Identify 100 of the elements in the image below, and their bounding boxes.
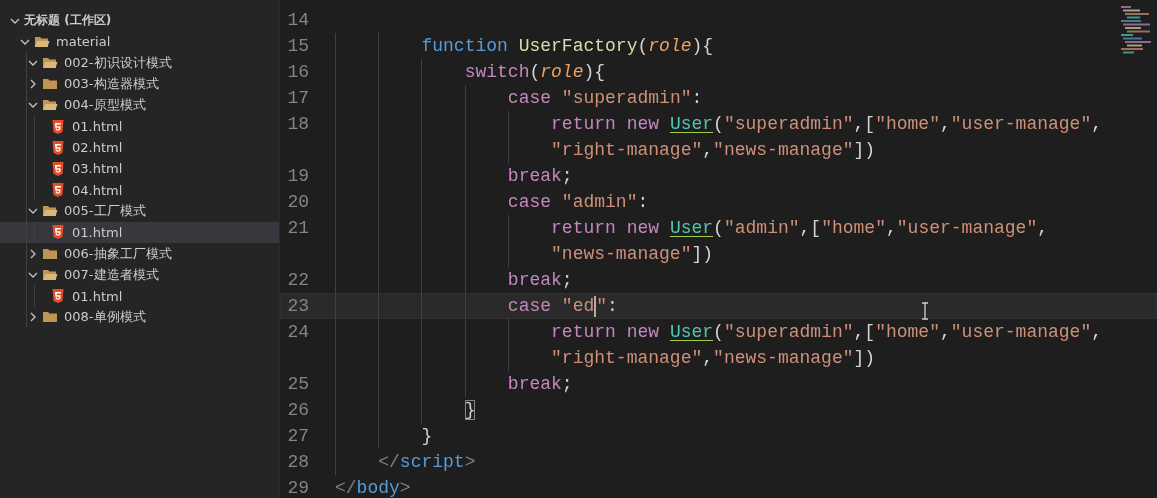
folder-item[interactable]: 007-建造者模式 xyxy=(0,264,279,286)
code-token: new xyxy=(626,218,660,238)
code-token: role xyxy=(648,36,692,56)
code-token: > xyxy=(399,478,411,498)
folder-icon xyxy=(42,77,58,92)
line-number: 19 xyxy=(286,165,310,188)
code-token: , xyxy=(1037,218,1049,238)
code-token: "news-manage" xyxy=(551,244,692,264)
code-token: ; xyxy=(561,374,573,394)
code-token: " xyxy=(596,296,608,316)
file-item[interactable]: 01.html xyxy=(0,285,279,307)
code-token: ; xyxy=(561,166,573,186)
code-token: , xyxy=(1091,114,1103,134)
line-number: 22 xyxy=(286,269,310,292)
code-token: </ xyxy=(378,452,400,472)
line-number: 28 xyxy=(286,451,310,474)
code-token: ( xyxy=(713,322,724,342)
line-number: 14 xyxy=(286,9,310,32)
code-token: "news-manage" xyxy=(713,348,854,368)
file-item[interactable]: 01.html xyxy=(0,115,279,138)
code-token: > xyxy=(464,452,476,472)
code-token: "admin" xyxy=(561,192,638,212)
code-token: ( xyxy=(713,218,724,238)
code-token: </ xyxy=(335,478,357,498)
code-token: return xyxy=(551,218,616,238)
line-number: 20 xyxy=(286,191,310,214)
folder-item[interactable]: 004-原型模式 xyxy=(0,94,279,116)
folder-item[interactable]: 008-单例模式 xyxy=(0,306,279,328)
code-token: "ed xyxy=(561,296,595,316)
workspace-header[interactable]: 无标题 (工作区) xyxy=(0,10,279,32)
file-item[interactable]: 02.html xyxy=(0,137,279,159)
code-token: : xyxy=(607,296,618,316)
code-token: ]) xyxy=(691,244,714,264)
code-token: , xyxy=(702,140,714,160)
code-token: , xyxy=(939,114,951,134)
code-token: case xyxy=(507,88,552,108)
code-token: "right-manage" xyxy=(551,140,703,160)
code-token: , xyxy=(939,322,951,342)
code-token: body xyxy=(356,478,400,498)
open-folder-icon xyxy=(42,267,58,282)
text-cursor-icon xyxy=(920,302,930,320)
code-token: "superadmin" xyxy=(723,114,854,134)
folder-item[interactable]: 003-构造器模式 xyxy=(0,73,279,95)
code-token: , xyxy=(702,348,714,368)
code-token: break xyxy=(507,374,562,394)
code-token: "superadmin" xyxy=(723,322,854,342)
code-token: "user-manage" xyxy=(950,322,1092,342)
line-number: 24 xyxy=(286,321,310,344)
code-token: ,[ xyxy=(799,218,822,238)
code-token: ,[ xyxy=(853,322,876,342)
html5-file-icon xyxy=(50,225,66,240)
code-token: return xyxy=(551,322,616,342)
file-item[interactable]: 03.html xyxy=(0,158,279,180)
folder-item[interactable]: 006-抽象工厂模式 xyxy=(0,243,279,265)
file-item[interactable]: 04.html xyxy=(0,179,279,201)
code-token: "right-manage" xyxy=(551,348,703,368)
code-token: ( xyxy=(529,62,541,82)
file-item[interactable]: 01.html xyxy=(0,221,279,244)
line-number: 16 xyxy=(286,61,310,84)
code-token: ( xyxy=(713,114,724,134)
code-token: "user-manage" xyxy=(896,218,1038,238)
code-token: } xyxy=(421,426,433,446)
code-token: } xyxy=(464,400,476,420)
line-number: 18 xyxy=(286,113,310,136)
code-token: script xyxy=(399,452,465,472)
line-number: 21 xyxy=(286,217,310,240)
code-token: User xyxy=(669,218,714,238)
code-token: "home" xyxy=(875,114,940,134)
code-token: : xyxy=(637,192,649,212)
code-token: new xyxy=(626,322,660,342)
code-token: User xyxy=(669,114,714,134)
open-folder-icon xyxy=(34,34,50,49)
html5-file-icon xyxy=(50,183,66,198)
code-token: , xyxy=(885,218,897,238)
line-number: 17 xyxy=(286,87,310,110)
folder-item[interactable]: 005-工厂模式 xyxy=(0,200,279,222)
folder-item[interactable]: 002-初识设计模式 xyxy=(0,52,279,74)
code-token: break xyxy=(507,270,562,290)
open-folder-icon xyxy=(42,98,58,113)
code-token: ){ xyxy=(691,36,714,56)
line-number: 15 xyxy=(286,35,310,58)
open-folder-icon xyxy=(42,55,58,70)
open-folder-icon xyxy=(42,204,58,219)
line-number: 23 xyxy=(286,295,310,318)
line-number: 25 xyxy=(286,373,310,396)
line-number: 26 xyxy=(286,399,310,422)
code-token: UserFactory xyxy=(518,36,638,56)
folder-item[interactable]: material xyxy=(0,31,279,53)
code-token: "home" xyxy=(821,218,886,238)
code-token: "user-manage" xyxy=(950,114,1092,134)
html5-file-icon xyxy=(50,119,66,134)
code-token: , xyxy=(1091,322,1103,342)
html5-file-icon xyxy=(50,140,66,155)
code-token: "home" xyxy=(875,322,940,342)
code-token: ){ xyxy=(583,62,606,82)
code-token: new xyxy=(626,114,660,134)
html5-file-icon xyxy=(50,289,66,304)
code-token: case xyxy=(507,192,552,212)
code-token: role xyxy=(540,62,584,82)
html5-file-icon xyxy=(50,161,66,176)
